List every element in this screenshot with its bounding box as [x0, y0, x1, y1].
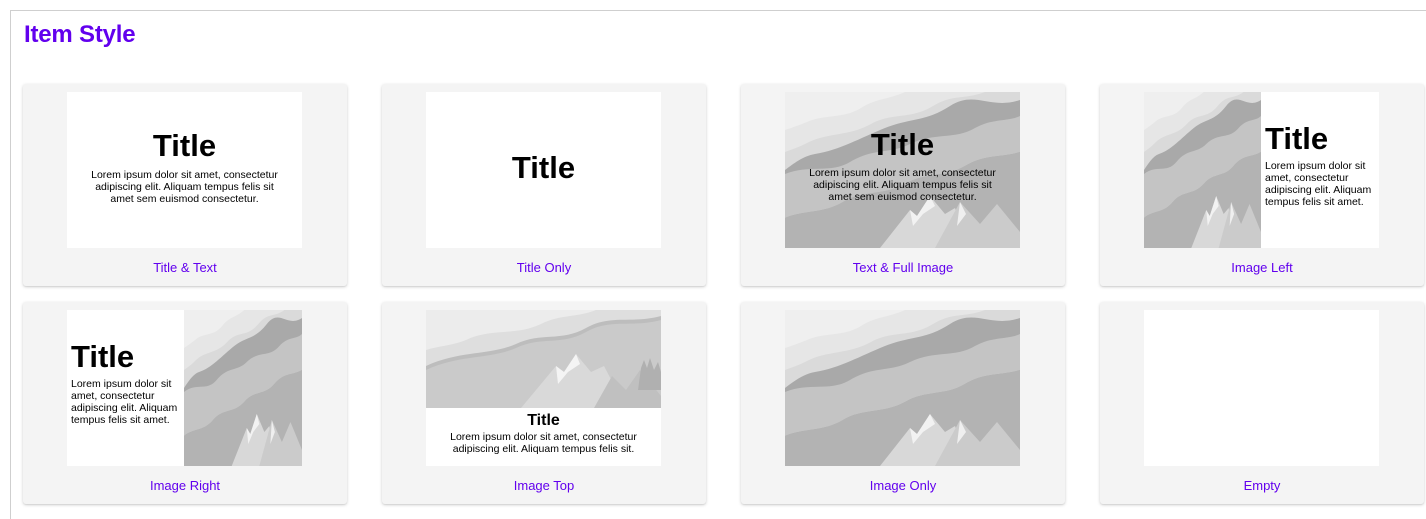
preview-thumbnail: Title Lorem ipsum dolor sit amet, consec…	[785, 92, 1020, 248]
option-label: Image Left	[1231, 259, 1293, 275]
preview-thumbnail: Title Lorem ipsum dolor sit amet, consec…	[426, 310, 661, 466]
preview-body: Lorem ipsum dolor sit amet, consectetur …	[450, 431, 637, 455]
item-style-panel: Item Style Title Lorem ipsum dolor sit a…	[10, 10, 1426, 519]
placeholder-image	[184, 310, 302, 466]
item-style-option-empty[interactable]: Empty	[1100, 302, 1424, 504]
option-label: Text & Full Image	[852, 259, 954, 275]
preview-thumbnail: Title Lorem ipsum dolor sit amet, consec…	[67, 92, 302, 248]
item-style-option-title-text[interactable]: Title Lorem ipsum dolor sit amet, consec…	[23, 84, 347, 286]
item-style-option-text-full-image[interactable]: Title Lorem ipsum dolor sit amet, consec…	[741, 84, 1065, 286]
placeholder-image	[1144, 92, 1261, 248]
preview-thumbnail	[1144, 310, 1379, 466]
preview-body: Lorem ipsum dolor sit amet, consectetur …	[1265, 160, 1372, 208]
preview-body: Lorem ipsum dolor sit amet, consectetur …	[809, 166, 996, 203]
option-label: Image Only	[869, 477, 937, 493]
item-style-option-image-left[interactable]: Title Lorem ipsum dolor sit amet, consec…	[1100, 84, 1424, 286]
preview-title: Title	[870, 126, 935, 162]
item-style-option-image-only[interactable]: Image Only	[741, 302, 1065, 504]
preview-thumbnail	[785, 310, 1020, 466]
preview-title: Title	[1265, 121, 1329, 156]
preview-thumbnail: Title Lorem ipsum dolor sit amet, consec…	[67, 310, 302, 466]
preview-title: Title	[511, 150, 576, 185]
item-style-option-image-right[interactable]: Title Lorem ipsum dolor sit amet, consec…	[23, 302, 347, 504]
section-title: Item Style	[24, 21, 136, 48]
option-label: Image Top	[513, 477, 575, 493]
option-label: Title Only	[516, 259, 572, 275]
preview-body: Lorem ipsum dolor sit amet, consectetur …	[71, 378, 178, 426]
option-label: Empty	[1243, 477, 1281, 493]
preview-title: Title	[71, 339, 135, 374]
preview-body: Lorem ipsum dolor sit amet, consectetur …	[91, 169, 278, 205]
option-label: Image Right	[149, 477, 221, 493]
preview-title: Title	[527, 412, 560, 429]
placeholder-image	[426, 310, 661, 408]
preview-thumbnail: Title	[426, 92, 661, 248]
item-style-option-image-top[interactable]: Title Lorem ipsum dolor sit amet, consec…	[382, 302, 706, 504]
preview-thumbnail: Title Lorem ipsum dolor sit amet, consec…	[1144, 92, 1379, 248]
placeholder-image	[785, 310, 1020, 466]
item-style-option-title-only[interactable]: Title Title Only	[382, 84, 706, 286]
option-label: Title & Text	[153, 259, 217, 275]
preview-title: Title	[152, 128, 217, 163]
